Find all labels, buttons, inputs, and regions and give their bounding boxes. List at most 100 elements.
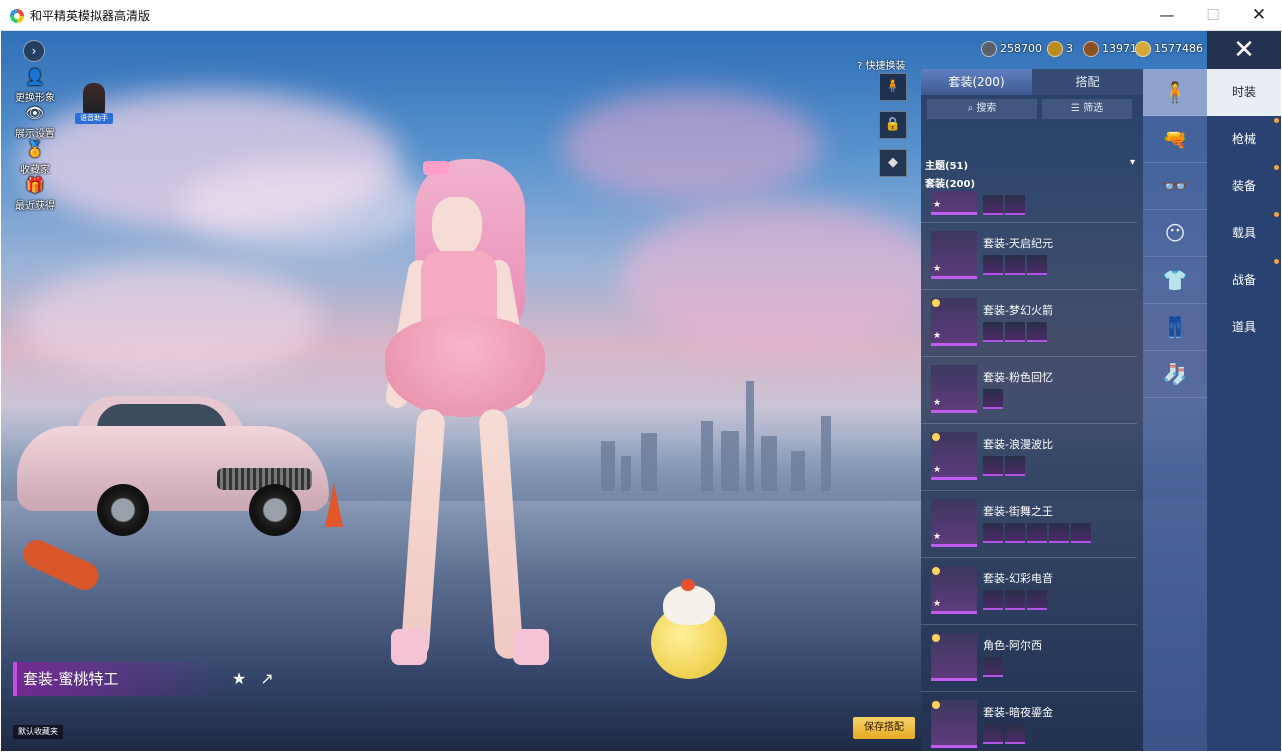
city-building	[761, 436, 777, 491]
outfit-part[interactable]	[1005, 724, 1025, 744]
list-item[interactable]: ★ 套装-幻彩电音	[921, 558, 1137, 625]
outfit-part[interactable]	[1027, 523, 1047, 543]
recently-obtained-button[interactable]: 🎁 最近获得	[9, 175, 61, 212]
quick-slot-2[interactable]: 🔒	[879, 111, 907, 139]
currency-token[interactable]: 3	[1047, 39, 1073, 59]
voice-helper-button[interactable]: 语音助手	[75, 83, 113, 127]
currency-gold[interactable]: 1577486	[1135, 39, 1203, 59]
outfit-part[interactable]	[1005, 523, 1025, 543]
filter-icon: ☰	[1070, 103, 1080, 114]
tab-match[interactable]: 搭配	[1032, 69, 1143, 95]
minimize-button[interactable]: —	[1144, 0, 1190, 31]
currency-silver[interactable]: 258700	[981, 39, 1042, 59]
game-viewport[interactable]: › 👤 更换形象 👁 展示设置 🏅 收藏家 🎁 最近获得 语音助手 套装-蜜桃特…	[1, 31, 1281, 751]
chick-egg-hat	[663, 585, 715, 625]
outfit-part[interactable]	[1027, 255, 1047, 275]
share-icon[interactable]: ↗	[257, 669, 277, 689]
outfit-part[interactable]	[983, 657, 1003, 677]
currency-value: 13971	[1102, 42, 1137, 55]
category-fashion[interactable]: 时装	[1207, 69, 1281, 116]
player-character[interactable]	[337, 159, 577, 679]
list-item[interactable]: 套装-暗夜鎏金	[921, 692, 1137, 751]
outfit-part[interactable]	[983, 724, 1003, 744]
list-item[interactable]: 角色-阿尔西	[921, 625, 1137, 692]
list-item[interactable]: ★ 套装-粉色回忆	[921, 357, 1137, 424]
outfit-part[interactable]	[983, 590, 1003, 610]
outfit-thumbnail: ★	[931, 191, 977, 215]
outfit-part[interactable]	[1005, 322, 1025, 342]
maximize-button[interactable]: ☐	[1190, 0, 1236, 31]
outfit-part[interactable]	[1049, 523, 1069, 543]
collection-button[interactable]: 🏅 收藏家	[9, 139, 61, 176]
outfit-parts	[983, 195, 1027, 215]
quick-change-label[interactable]: ? 快捷换装	[857, 57, 906, 72]
list-item[interactable]: ★ 套装-街舞之王	[921, 491, 1137, 558]
list-item[interactable]: ★ 套装-梦幻火箭	[921, 290, 1137, 357]
currency-bronze[interactable]: 13971	[1083, 39, 1137, 59]
save-outfit-button[interactable]: 保存搭配	[853, 717, 915, 739]
close-wardrobe-button[interactable]: ✕	[1207, 31, 1281, 69]
display-settings-button[interactable]: 👁 展示设置	[9, 103, 61, 140]
character-leg	[400, 408, 446, 660]
badge-icon	[932, 701, 940, 709]
star-icon: ★	[933, 465, 942, 475]
outfit-part[interactable]	[983, 456, 1003, 476]
quick-slot-3[interactable]: ◆	[879, 149, 907, 177]
character-dress-skirt	[385, 317, 545, 417]
outfit-slot-icon[interactable]: 🧍	[1143, 69, 1207, 116]
shoes-slot-icon[interactable]: 🧦	[1143, 351, 1207, 398]
app-icon	[10, 9, 24, 23]
person-icon: 👤	[25, 68, 45, 86]
bronze-coin-icon	[1083, 41, 1099, 57]
change-look-button[interactable]: 👤 更换形象	[9, 67, 61, 104]
list-item[interactable]: ★	[921, 191, 1137, 223]
favorite-outfit-icon[interactable]: ★	[229, 669, 249, 689]
outfit-part[interactable]	[983, 255, 1003, 275]
silver-coin-icon	[981, 41, 997, 57]
category-firearms[interactable]: 枪械	[1207, 116, 1281, 163]
mask-slot-icon[interactable]: 😶	[1143, 210, 1207, 257]
theme-category[interactable]: 主题(51) ▾	[925, 157, 1135, 172]
character-face	[432, 197, 482, 259]
filter-button[interactable]: ☰ 筛选	[1042, 99, 1132, 119]
outfit-item-name: 套装-粉色回忆	[983, 371, 1053, 384]
outfit-list[interactable]: ★ ★ 套装-天启纪元 ★ 套装-梦幻火箭 ★ 套装-粉色回忆 ★ 套装-浪漫波…	[921, 191, 1143, 751]
outfit-part[interactable]	[1005, 456, 1025, 476]
expand-menu-button[interactable]: ›	[23, 40, 45, 62]
badge-icon	[932, 634, 940, 642]
list-item[interactable]: ★ 套装-浪漫波比	[921, 424, 1137, 491]
outfit-part[interactable]	[1005, 195, 1025, 215]
outfit-part[interactable]	[1005, 590, 1025, 610]
default-favorites-label[interactable]: 默认收藏夹	[13, 725, 63, 739]
category-rail: 时装 枪械 装备 载具 战备 道具	[1207, 69, 1281, 751]
city-building	[621, 456, 631, 491]
outfit-part[interactable]	[1071, 523, 1091, 543]
cloud	[21, 261, 321, 381]
category-equipment[interactable]: 装备	[1207, 163, 1281, 210]
category-props[interactable]: 道具	[1207, 304, 1281, 351]
outfit-parts	[983, 590, 1049, 610]
category-battle-prep[interactable]: 战备	[1207, 257, 1281, 304]
window-close-button[interactable]: ✕	[1236, 0, 1282, 31]
category-vehicles[interactable]: 载具	[1207, 210, 1281, 257]
outfit-part[interactable]	[1027, 322, 1047, 342]
outfit-part[interactable]	[983, 195, 1003, 215]
search-button[interactable]: ⌕ 搜索	[927, 99, 1037, 119]
outfit-part[interactable]	[1027, 590, 1047, 610]
voice-helper-avatar	[83, 83, 105, 115]
outfit-part[interactable]	[1005, 255, 1025, 275]
chick-pet	[651, 579, 727, 689]
quick-slot-1[interactable]: 🧍	[879, 73, 907, 101]
top-slot-icon[interactable]: 👕	[1143, 257, 1207, 304]
outfit-part[interactable]	[983, 523, 1003, 543]
tab-suits[interactable]: 套装(200)	[921, 69, 1032, 95]
glasses-slot-icon[interactable]: 👓	[1143, 163, 1207, 210]
gun-skin-slot-icon[interactable]: 🔫	[1143, 116, 1207, 163]
pants-slot-icon[interactable]: 👖	[1143, 304, 1207, 351]
star-icon: ★	[933, 599, 942, 609]
list-item[interactable]: ★ 套装-天启纪元	[921, 223, 1137, 290]
outfit-part[interactable]	[983, 322, 1003, 342]
sports-car	[17, 396, 329, 536]
outfit-part[interactable]	[983, 389, 1003, 409]
city-building	[701, 421, 713, 491]
